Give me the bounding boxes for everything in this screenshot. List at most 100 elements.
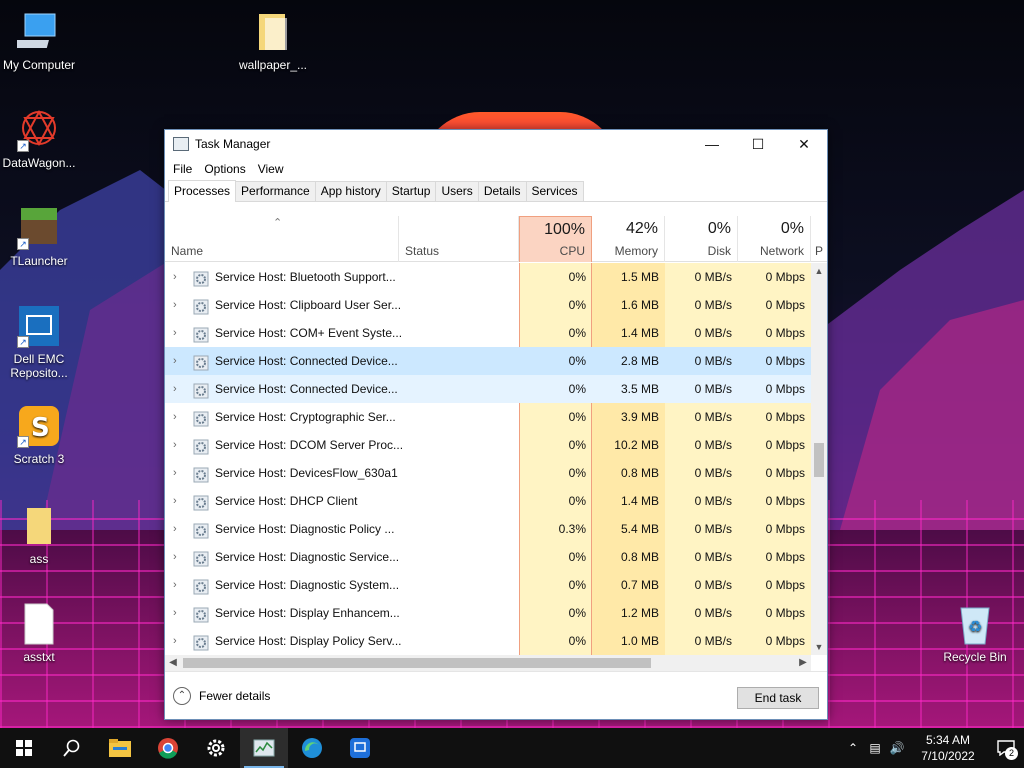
process-network: 0 Mbps <box>765 438 805 452</box>
start-button[interactable] <box>0 728 48 768</box>
process-cpu: 0% <box>568 438 586 452</box>
table-row[interactable]: › Service Host: Diagnostic System... 0% 0.7… <box>165 571 811 599</box>
edge-button[interactable] <box>288 728 336 768</box>
task-manager-taskbar-button[interactable] <box>240 728 288 768</box>
close-button[interactable]: ✕ <box>781 130 827 158</box>
column-header-name[interactable]: ⌃ Name <box>165 216 399 262</box>
volume-icon[interactable]: 🔊 <box>886 741 908 755</box>
table-row[interactable]: › Service Host: DevicesFlow_630a1 0% 0.8 MB… <box>165 459 811 487</box>
desktop-icon-wallpaper-folder[interactable]: wallpaper_... <box>234 10 312 72</box>
table-row[interactable]: › Service Host: Bluetooth Support... 0% 1.5… <box>165 263 811 291</box>
table-row[interactable]: › Service Host: Cryptographic Ser... 0% 3.9… <box>165 403 811 431</box>
expand-chevron-icon[interactable]: › <box>173 571 183 599</box>
column-header-network[interactable]: 0% Network <box>738 216 811 262</box>
notification-center-button[interactable]: 2 <box>988 728 1024 768</box>
menu-view[interactable]: View <box>252 162 290 176</box>
shortcut-arrow-icon: ↗ <box>17 336 29 348</box>
column-header-cpu[interactable]: 100% CPU <box>519 216 592 262</box>
expand-chevron-icon[interactable]: › <box>173 347 183 375</box>
column-header-status[interactable]: Status <box>399 216 519 262</box>
taskbar: ⌃ ▤ 🔊 5:34 AM 7/10/2022 2 <box>0 728 1024 768</box>
desktop-icon-dell-emc[interactable]: ↗ Dell EMC Reposito... <box>0 304 78 380</box>
vertical-scroll-thumb[interactable] <box>814 443 824 477</box>
expand-chevron-icon[interactable]: › <box>173 403 183 431</box>
expand-chevron-icon[interactable]: › <box>173 431 183 459</box>
minimize-button[interactable]: — <box>689 130 735 158</box>
expand-chevron-icon[interactable]: › <box>173 319 183 347</box>
column-header-row: ⌃ Name Status 100% CPU 42% Memory 0% Dis… <box>165 216 827 262</box>
menu-file[interactable]: File <box>167 162 198 176</box>
expand-chevron-icon[interactable]: › <box>173 459 183 487</box>
tab-processes[interactable]: Processes <box>168 180 237 202</box>
horizontal-scrollbar[interactable]: ◀ ▶ <box>165 655 811 671</box>
scroll-right-arrow-icon[interactable]: ▶ <box>795 655 811 671</box>
scroll-up-arrow-icon[interactable]: ▲ <box>811 263 827 279</box>
desktop-icon-scratch[interactable]: S ↗ Scratch 3 <box>0 404 78 466</box>
start-icon <box>16 740 32 756</box>
text-file-icon <box>17 602 61 646</box>
expand-chevron-icon[interactable]: › <box>173 291 183 319</box>
desktop-icon-recycle-bin[interactable]: ♻ Recycle Bin <box>936 602 1014 664</box>
end-task-button[interactable]: End task <box>737 687 819 709</box>
desktop-icon-tlauncher[interactable]: ↗ TLauncher <box>0 206 78 268</box>
table-row[interactable]: › Service Host: Connected Device... 0% 3.5 … <box>165 375 811 403</box>
column-header-memory[interactable]: 42% Memory <box>592 216 665 262</box>
title-bar[interactable]: Task Manager — ☐ ✕ <box>165 130 827 158</box>
folder-icon <box>251 10 295 54</box>
tab-app-history[interactable]: App history <box>314 181 387 201</box>
desktop-icon-ass-folder[interactable]: ass <box>0 504 78 566</box>
expand-chevron-icon[interactable]: › <box>173 543 183 571</box>
horizontal-scroll-thumb[interactable] <box>183 658 651 668</box>
table-row[interactable]: › Service Host: Display Enhancem... 0% 1.2 … <box>165 599 811 627</box>
desktop-icon-asstxt[interactable]: asstxt <box>0 602 78 664</box>
process-memory: 3.9 MB <box>620 410 659 424</box>
network-icon[interactable]: ▤ <box>864 741 886 755</box>
expand-chevron-icon[interactable]: › <box>173 627 183 655</box>
file-explorer-button[interactable] <box>96 728 144 768</box>
settings-button[interactable] <box>192 728 240 768</box>
vertical-scrollbar[interactable]: ▲ ▼ <box>811 263 827 655</box>
scroll-down-arrow-icon[interactable]: ▼ <box>811 639 827 655</box>
maximize-button[interactable]: ☐ <box>735 130 781 158</box>
chrome-icon <box>158 738 178 759</box>
expand-chevron-icon[interactable]: › <box>173 487 183 515</box>
table-row[interactable]: › Service Host: Clipboard User Ser... 0% 1.… <box>165 291 811 319</box>
column-header-power[interactable]: P <box>811 216 827 262</box>
table-row[interactable]: › Service Host: COM+ Event Syste... 0% 1.4 … <box>165 319 811 347</box>
table-row[interactable]: › Service Host: DHCP Client 0% 1.4 MB 0 MB/s… <box>165 487 811 515</box>
expand-chevron-icon[interactable]: › <box>173 515 183 543</box>
process-network: 0 Mbps <box>765 466 805 480</box>
process-memory: 1.4 MB <box>620 326 659 340</box>
notification-count-badge: 2 <box>1005 747 1018 760</box>
table-row[interactable]: › Service Host: Display Policy Serv... 0% 1… <box>165 627 811 655</box>
table-row[interactable]: › Service Host: Diagnostic Policy ... 0.3%… <box>165 515 811 543</box>
desktop-icon-my-computer[interactable]: My Computer <box>0 10 78 72</box>
table-row[interactable]: › Service Host: DCOM Server Proc... 0% 10.2… <box>165 431 811 459</box>
tab-services[interactable]: Services <box>525 181 584 201</box>
expand-chevron-icon[interactable]: › <box>173 599 183 627</box>
search-button[interactable] <box>48 728 96 768</box>
scroll-left-arrow-icon[interactable]: ◀ <box>165 655 181 671</box>
fewer-details-button[interactable]: ⌃ Fewer details <box>173 687 270 705</box>
process-network: 0 Mbps <box>765 270 805 284</box>
desktop-icon-label: wallpaper_... <box>238 58 308 72</box>
expand-chevron-icon[interactable]: › <box>173 263 183 291</box>
process-cpu: 0% <box>568 410 586 424</box>
chrome-button[interactable] <box>144 728 192 768</box>
tab-users[interactable]: Users <box>435 181 479 201</box>
chevron-up-icon[interactable]: ⌃ <box>842 741 864 755</box>
remote-desktop-button[interactable] <box>336 728 384 768</box>
clock[interactable]: 5:34 AM 7/10/2022 <box>908 732 988 764</box>
column-header-disk[interactable]: 0% Disk <box>665 216 738 262</box>
process-name: Service Host: Connected Device... <box>215 382 398 396</box>
tab-performance[interactable]: Performance <box>235 181 316 201</box>
desktop-icon-datawagon[interactable]: ↗ DataWagon... <box>0 108 78 170</box>
task-manager-window: Task Manager — ☐ ✕ File Options View Pro… <box>164 129 828 720</box>
table-row[interactable]: › Service Host: Diagnostic Service... 0% 0.… <box>165 543 811 571</box>
tab-startup[interactable]: Startup <box>385 181 437 201</box>
dell-folder-icon: ↗ <box>17 304 61 348</box>
table-row[interactable]: › Service Host: Connected Device... 0% 2.8 … <box>165 347 811 375</box>
expand-chevron-icon[interactable]: › <box>173 375 183 403</box>
menu-options[interactable]: Options <box>198 162 251 176</box>
tab-details[interactable]: Details <box>477 181 527 201</box>
